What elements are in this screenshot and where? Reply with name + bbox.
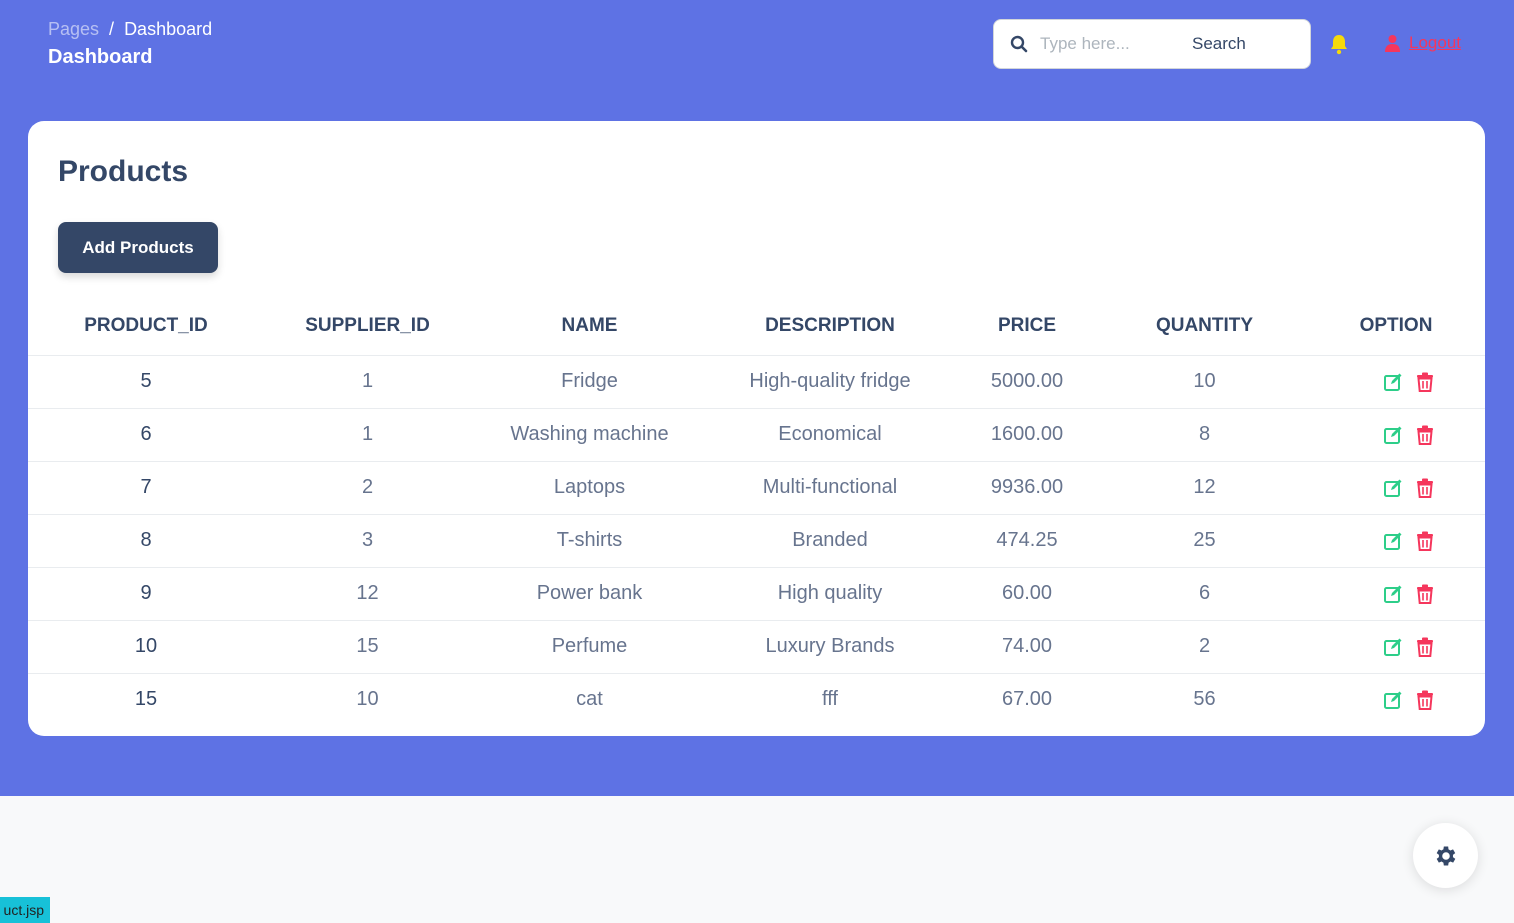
cell-price: 67.00 [1001, 688, 1053, 711]
cell-supplier-id: 15 [264, 620, 471, 674]
cell-name: Laptops [471, 461, 708, 515]
cell-option [1307, 620, 1485, 674]
gear-icon [1436, 845, 1455, 866]
edit-icon[interactable] [1383, 425, 1403, 445]
cell-description: Economical [708, 408, 952, 462]
breadcrumb-current: Dashboard [124, 19, 213, 39]
table-row: 10 15 Perfume Luxury Brands 74.00 2 [28, 620, 1485, 674]
cell-quantity: 8 [1102, 408, 1307, 462]
cell-price: 9936.00 [952, 461, 1102, 515]
cell-supplier-id: 2 [264, 461, 471, 515]
cell-description: Branded [708, 514, 952, 568]
column-header-name: NAME [471, 297, 708, 356]
page-title: Dashboard [48, 46, 153, 68]
search-box[interactable]: Search [993, 19, 1311, 69]
cell-quantity: 12 [1102, 461, 1307, 515]
cell-supplier-id: 12 [264, 567, 471, 621]
cell-description: Multi-functional [708, 461, 952, 515]
column-header-option: OPTION [1307, 297, 1485, 356]
column-header-supplier-id: SUPPLIER_ID [264, 297, 471, 356]
cell-product-id: 15 [134, 688, 158, 711]
cell-quantity: 56 [1193, 688, 1216, 711]
search-button[interactable]: Search [1192, 34, 1246, 54]
search-icon [1010, 35, 1028, 53]
cell-name: Washing machine [471, 408, 708, 462]
trash-icon[interactable] [1415, 372, 1435, 392]
cell-quantity: 25 [1102, 514, 1307, 568]
cell-option [1307, 567, 1485, 621]
edit-icon[interactable] [1383, 372, 1403, 392]
cell-name: cat [576, 688, 603, 711]
cell-option [1307, 514, 1485, 568]
cell-supplier-id: 3 [264, 514, 471, 568]
add-products-button[interactable]: Add Products [58, 222, 218, 273]
cell-option [1307, 461, 1485, 515]
column-header-price: PRICE [952, 297, 1102, 356]
table-row: 15 10 cat fff 67.00 56 [28, 673, 1485, 726]
cell-product-id: 6 [28, 408, 264, 462]
products-table: PRODUCT_ID SUPPLIER_ID NAME DESCRIPTION … [28, 297, 1485, 726]
trash-icon[interactable] [1415, 425, 1435, 445]
table-row: 6 1 Washing machine Economical 1600.00 8 [28, 408, 1485, 462]
table-header-row: PRODUCT_ID SUPPLIER_ID NAME DESCRIPTION … [28, 297, 1485, 356]
cell-price: 74.00 [952, 620, 1102, 674]
cell-name: Perfume [471, 620, 708, 674]
cell-product-id: 10 [28, 620, 264, 674]
cell-option [1307, 355, 1485, 409]
breadcrumb-parent[interactable]: Pages [48, 19, 99, 40]
edit-icon[interactable] [1383, 584, 1403, 604]
user-icon [1385, 35, 1400, 52]
column-header-product-id: PRODUCT_ID [28, 297, 264, 356]
edit-icon[interactable] [1383, 637, 1403, 657]
trash-icon[interactable] [1415, 478, 1435, 498]
bell-icon[interactable] [1329, 33, 1349, 55]
cell-product-id: 8 [28, 514, 264, 568]
breadcrumb: Pages / Dashboard [48, 19, 212, 40]
trash-icon[interactable] [1415, 637, 1435, 657]
trash-icon[interactable] [1415, 690, 1435, 710]
cell-option [1307, 408, 1485, 462]
cell-quantity: 10 [1102, 355, 1307, 409]
table-row: 8 3 T-shirts Branded 474.25 25 [28, 514, 1485, 568]
products-card: Products Add Products PRODUCT_ID SUPPLIE… [28, 121, 1485, 736]
cell-description: fff [822, 688, 838, 711]
breadcrumb-separator: / [109, 19, 115, 39]
cell-quantity: 6 [1102, 567, 1307, 621]
cell-product-id: 5 [28, 355, 264, 409]
table-row: 9 12 Power bank High quality 60.00 6 [28, 567, 1485, 621]
trash-icon[interactable] [1415, 584, 1435, 604]
table-row: 7 2 Laptops Multi-functional 9936.00 12 [28, 461, 1485, 515]
cell-price: 1600.00 [952, 408, 1102, 462]
cell-description: High-quality fridge [708, 355, 952, 409]
logout-label: Logout [1409, 33, 1461, 52]
cell-description: Luxury Brands [708, 620, 952, 674]
edit-icon[interactable] [1383, 531, 1403, 551]
card-title: Products [58, 155, 189, 188]
cell-description: High quality [708, 567, 952, 621]
trash-icon[interactable] [1415, 531, 1435, 551]
cell-supplier-id: 1 [264, 355, 471, 409]
cell-product-id: 9 [28, 567, 264, 621]
edit-icon[interactable] [1383, 478, 1403, 498]
search-input[interactable] [1040, 34, 1180, 54]
cell-name: Power bank [471, 567, 708, 621]
cell-name: T-shirts [471, 514, 708, 568]
column-header-quantity: QUANTITY [1102, 297, 1307, 356]
cell-name: Fridge [471, 355, 708, 409]
cell-price: 60.00 [952, 567, 1102, 621]
logout-button[interactable]: Logout [1384, 33, 1461, 53]
cell-option [1307, 673, 1485, 726]
cell-quantity: 2 [1102, 620, 1307, 674]
column-header-description: DESCRIPTION [708, 297, 952, 356]
table-row: 5 1 Fridge High-quality fridge 5000.00 10 [28, 355, 1485, 409]
settings-button[interactable] [1413, 823, 1478, 888]
edit-icon[interactable] [1383, 690, 1403, 710]
cell-supplier-id: 10 [356, 688, 379, 711]
status-tag: uct.jsp [0, 897, 50, 923]
cell-price: 5000.00 [952, 355, 1102, 409]
cell-supplier-id: 1 [264, 408, 471, 462]
cell-price: 474.25 [952, 514, 1102, 568]
cell-product-id: 7 [28, 461, 264, 515]
